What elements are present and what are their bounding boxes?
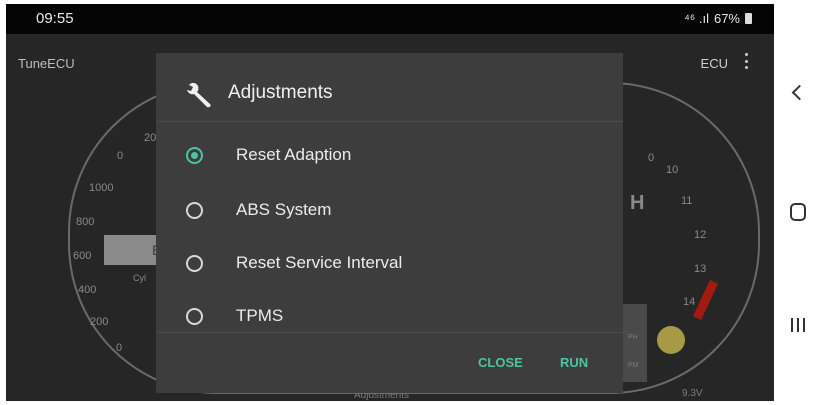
gauge-tick: 14 [683, 296, 696, 308]
gear-indicator: H [630, 192, 645, 214]
side-label: PH [628, 334, 638, 341]
gauge-tick: 12 [694, 229, 707, 241]
divider [156, 121, 623, 122]
dialog-title: Adjustments [228, 82, 333, 103]
gauge-tick: 13 [694, 263, 707, 275]
option-abs-system[interactable]: ABS System [156, 192, 623, 232]
option-reset-service-interval[interactable]: Reset Service Interval [156, 245, 623, 285]
ecu-menu-button[interactable]: ECU [701, 56, 728, 71]
option-label: Reset Adaption [236, 145, 352, 164]
gauge-tick: 10 [666, 164, 679, 176]
gauge-tick: 20 [144, 132, 157, 144]
status-bar: 09:55 ⁴⁶ .ıl 67% [6, 4, 774, 34]
android-nav-bar [774, 4, 817, 401]
status-right: ⁴⁶ .ıl 67% [684, 11, 752, 26]
status-time: 09:55 [36, 10, 74, 27]
gauge-tick: 11 [681, 195, 693, 207]
gauge-tick: 0 [648, 152, 655, 164]
run-button[interactable]: RUN [560, 355, 588, 370]
radio-button[interactable] [186, 255, 203, 272]
battery-percent: 67% [713, 11, 740, 26]
option-label: Reset Service Interval [236, 253, 403, 272]
adjustments-dialog: Adjustments Reset Adaption ABS System Re… [156, 53, 623, 393]
option-label: ABS System [236, 200, 332, 219]
voltage-readout: 9.3V [682, 388, 703, 399]
indicator-light [657, 326, 685, 354]
gauge-tick: 200 [90, 316, 109, 328]
battery-icon [745, 13, 752, 24]
side-label: PM [628, 362, 639, 369]
wrench-icon [187, 82, 211, 108]
radio-button[interactable] [186, 202, 203, 219]
gauge-tick: 800 [76, 216, 95, 228]
side-panel: PH PM [623, 304, 647, 382]
option-reset-adaption[interactable]: Reset Adaption [156, 137, 623, 177]
gauge-tick: 0 [116, 342, 123, 354]
gauge-tick: 400 [78, 284, 97, 296]
gauge-tick: 1000 [89, 182, 114, 194]
app-title: TuneECU [18, 56, 75, 71]
back-icon[interactable] [791, 84, 808, 101]
radio-button[interactable] [186, 308, 203, 325]
gauge-tick: 600 [73, 250, 92, 262]
display-box: E [104, 235, 162, 265]
signal-icon: ⁴⁶ .ıl [684, 11, 709, 26]
recent-apps-icon[interactable] [791, 318, 805, 332]
divider [156, 332, 623, 333]
overflow-menu-icon[interactable] [740, 51, 752, 71]
close-button[interactable]: CLOSE [478, 355, 523, 370]
option-label: TPMS [236, 306, 284, 325]
phone-screen: 09:55 ⁴⁶ .ıl 67% TuneECU ECU 20 0 1000 8… [6, 4, 774, 401]
home-icon[interactable] [790, 203, 806, 221]
gauge-tick: 0 [117, 150, 124, 162]
radio-button-checked[interactable] [186, 147, 203, 164]
cylinder-label: Cyl [133, 273, 146, 283]
